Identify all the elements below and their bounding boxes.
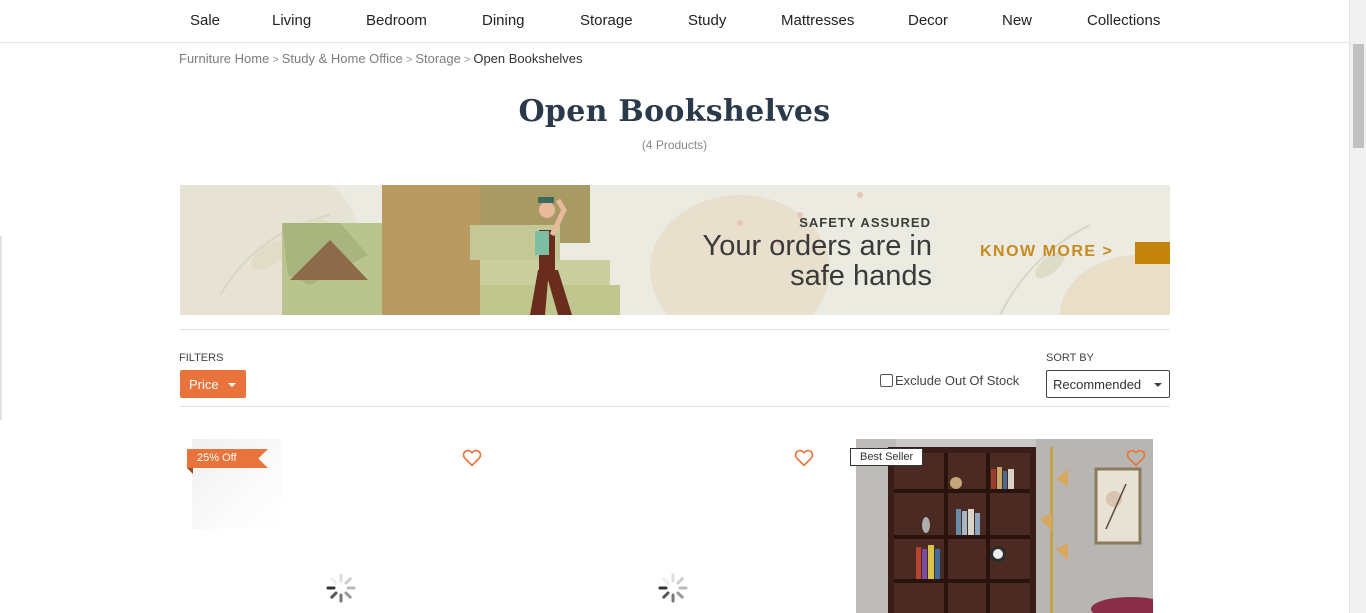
page-scrollbar[interactable] (1349, 0, 1366, 613)
nav-item-mattresses[interactable]: Mattresses (781, 12, 854, 29)
banner-side-tab[interactable] (1135, 242, 1170, 264)
scrollbar-thumb[interactable] (1353, 44, 1364, 148)
breadcrumb-storage[interactable]: Storage (415, 51, 461, 66)
breadcrumb-separator: > (463, 54, 471, 66)
banner-headline: Your orders are in safe hands (703, 231, 932, 291)
nav-item-decor[interactable]: Decor (908, 12, 948, 29)
heart-outline-icon[interactable] (462, 449, 482, 467)
chevron-down-icon (1154, 383, 1162, 387)
nav-item-bedroom[interactable]: Bedroom (366, 12, 427, 29)
nav-item-study[interactable]: Study (688, 12, 726, 29)
banner-eyebrow: SAFETY ASSURED (799, 215, 931, 230)
divider (180, 329, 1170, 330)
breadcrumb-separator: > (405, 54, 413, 66)
sort-by-selected-value: Recommended (1053, 377, 1142, 392)
sort-by-select[interactable]: Recommended (1046, 370, 1170, 398)
sort-by-label: SORT BY (1046, 352, 1094, 364)
product-count: (4 Products) (641, 138, 708, 152)
page-title: Open Bookshelves (518, 94, 831, 129)
loading-spinner-icon (658, 573, 688, 603)
breadcrumb-separator: > (272, 54, 279, 66)
side-tab-edge (0, 236, 2, 420)
nav-item-collections[interactable]: Collections (1087, 12, 1160, 29)
price-filter-button[interactable]: Price (180, 370, 246, 398)
nav-item-living[interactable]: Living (272, 12, 311, 29)
breadcrumb-current: Open Bookshelves (473, 51, 583, 66)
exclude-out-of-stock-label: Exclude Out Of Stock (895, 373, 1020, 388)
heart-outline-icon[interactable] (1126, 449, 1146, 467)
badge-fold (187, 468, 193, 474)
safety-banner[interactable]: SAFETY ASSURED Your orders are in safe h… (180, 185, 1170, 315)
discount-badge: 25% Off (187, 449, 268, 468)
product-card[interactable] (524, 439, 821, 613)
filters-label: FILTERS (179, 352, 224, 364)
banner-headline-line2: safe hands (790, 260, 932, 292)
top-navigation: Sale Living Bedroom Dining Storage Study… (0, 0, 1349, 43)
nav-item-new[interactable]: New (1002, 12, 1032, 29)
best-seller-badge: Best Seller (850, 448, 924, 466)
know-more-link[interactable]: KNOW MORE > (980, 243, 1113, 261)
exclude-out-of-stock-checkbox[interactable] (880, 374, 893, 387)
exclude-out-of-stock-toggle[interactable]: Exclude Out Of Stock (880, 373, 1019, 388)
breadcrumb-furniture-home[interactable]: Furniture Home (179, 51, 269, 66)
chevron-down-icon (228, 383, 236, 387)
nav-item-sale[interactable]: Sale (190, 12, 220, 29)
banner-headline-line1: Your orders are in (702, 230, 932, 262)
heart-outline-icon[interactable] (794, 449, 814, 467)
breadcrumb-study-home-office[interactable]: Study & Home Office (282, 51, 403, 66)
nav-item-storage[interactable]: Storage (580, 12, 633, 29)
nav-item-dining[interactable]: Dining (482, 12, 525, 29)
divider (180, 406, 1170, 407)
price-filter-label: Price (189, 377, 219, 392)
breadcrumb: Furniture Home > Study & Home Office > Stora… (179, 51, 582, 66)
loading-spinner-icon (326, 573, 356, 603)
